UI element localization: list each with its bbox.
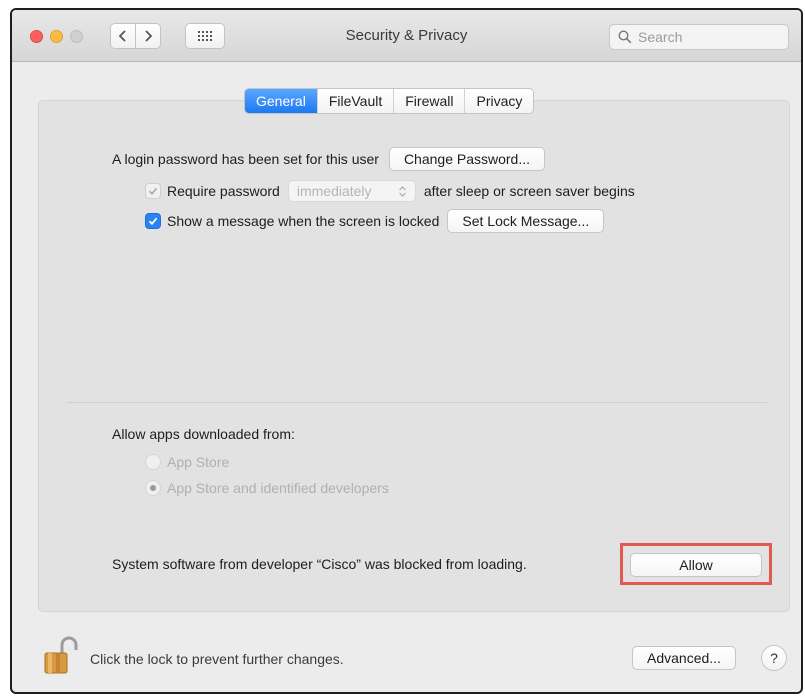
blocked-software-text: System software from developer “Cisco” w… — [112, 556, 527, 572]
require-password-suffix: after sleep or screen saver begins — [423, 183, 635, 199]
login-password-row: A login password has been set for this u… — [112, 147, 546, 171]
blocked-software-row: System software from developer “Cisco” w… — [112, 556, 527, 572]
unlocked-padlock-icon — [44, 636, 78, 674]
security-privacy-window: Security & Privacy General FileVault Fir… — [10, 8, 803, 694]
login-password-text: A login password has been set for this u… — [112, 151, 379, 167]
title-bar: Security & Privacy — [12, 10, 801, 62]
allow-button[interactable]: Allow — [630, 553, 762, 577]
tab-firewall[interactable]: Firewall — [394, 89, 466, 113]
radio-identified-developers[interactable]: App Store and identified developers — [145, 480, 389, 496]
search-field[interactable] — [609, 24, 789, 50]
radio-app-store-label: App Store — [167, 454, 230, 470]
tab-privacy[interactable]: Privacy — [465, 89, 534, 113]
require-password-delay-value: immediately — [296, 183, 372, 199]
checkmark-icon — [148, 187, 158, 196]
require-password-label: Require password — [167, 183, 280, 199]
require-password-delay-popup[interactable]: immediately — [287, 180, 416, 202]
tab-bar: General FileVault Firewall Privacy — [244, 88, 535, 114]
general-panel — [38, 100, 790, 612]
lock-instruction-text: Click the lock to prevent further change… — [90, 651, 344, 667]
allow-highlight-box: Allow — [620, 543, 772, 585]
section-divider — [67, 402, 767, 403]
updown-chevron-icon — [398, 185, 406, 197]
require-password-row: Require password immediately after sleep… — [145, 180, 635, 202]
allow-apps-title-text: Allow apps downloaded from: — [112, 426, 295, 442]
radio-identified-developers-control[interactable] — [145, 480, 161, 496]
advanced-button[interactable]: Advanced... — [632, 646, 736, 670]
require-password-checkbox[interactable] — [145, 183, 161, 199]
show-message-checkbox[interactable] — [145, 213, 161, 229]
allow-apps-title: Allow apps downloaded from: — [112, 426, 295, 442]
change-password-button[interactable]: Change Password... — [388, 147, 546, 171]
radio-app-store-control[interactable] — [145, 454, 161, 470]
radio-app-store[interactable]: App Store — [145, 454, 229, 470]
lock-button[interactable] — [42, 633, 78, 682]
radio-identified-developers-label: App Store and identified developers — [167, 480, 389, 496]
show-message-row: Show a message when the screen is locked… — [145, 209, 605, 233]
set-lock-message-button[interactable]: Set Lock Message... — [447, 209, 605, 233]
search-input[interactable] — [638, 29, 778, 45]
tab-filevault[interactable]: FileVault — [317, 89, 395, 113]
show-message-label: Show a message when the screen is locked — [167, 213, 440, 229]
search-icon — [618, 30, 632, 44]
tab-general[interactable]: General — [245, 89, 318, 113]
checkmark-icon — [148, 217, 158, 226]
radio-selected-dot — [150, 485, 156, 491]
help-button[interactable]: ? — [761, 645, 787, 671]
